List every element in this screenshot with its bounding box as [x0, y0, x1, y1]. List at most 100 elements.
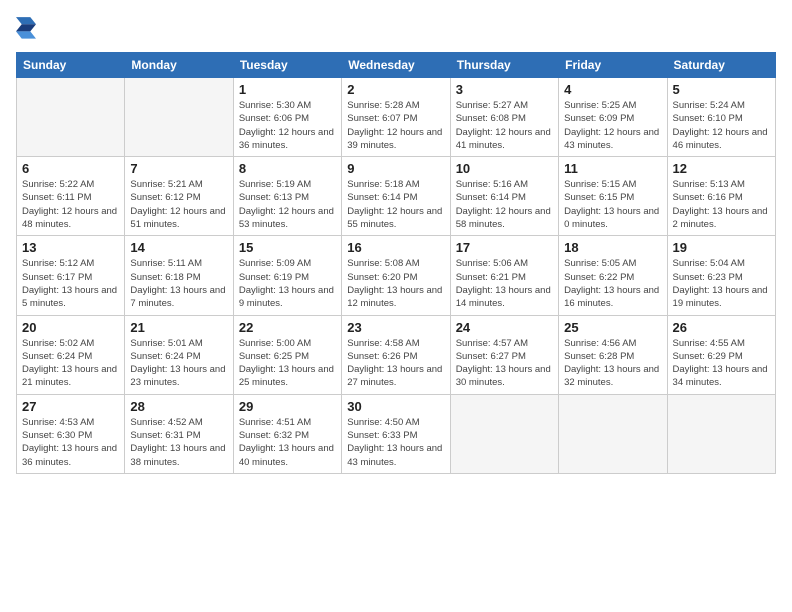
day-info: Sunrise: 4:56 AM Sunset: 6:28 PM Dayligh… — [564, 337, 661, 390]
logo — [16, 16, 40, 44]
calendar-cell — [450, 394, 558, 473]
calendar-cell: 6 Sunrise: 5:22 AM Sunset: 6:11 PM Daylig… — [17, 157, 125, 236]
day-info: Sunrise: 4:50 AM Sunset: 6:33 PM Dayligh… — [347, 416, 444, 469]
day-info: Sunrise: 5:22 AM Sunset: 6:11 PM Dayligh… — [22, 178, 119, 231]
day-number: 10 — [456, 161, 553, 176]
calendar-cell: 18 Sunrise: 5:05 AM Sunset: 6:22 PM Dayli… — [559, 236, 667, 315]
day-info: Sunrise: 5:04 AM Sunset: 6:23 PM Dayligh… — [673, 257, 770, 310]
day-info: Sunrise: 4:55 AM Sunset: 6:29 PM Dayligh… — [673, 337, 770, 390]
day-info: Sunrise: 4:52 AM Sunset: 6:31 PM Dayligh… — [130, 416, 227, 469]
logo-icon — [16, 16, 36, 44]
day-number: 11 — [564, 161, 661, 176]
day-info: Sunrise: 5:11 AM Sunset: 6:18 PM Dayligh… — [130, 257, 227, 310]
calendar-cell: 11 Sunrise: 5:15 AM Sunset: 6:15 PM Dayli… — [559, 157, 667, 236]
calendar-cell: 8 Sunrise: 5:19 AM Sunset: 6:13 PM Daylig… — [233, 157, 341, 236]
day-number: 12 — [673, 161, 770, 176]
day-number: 26 — [673, 320, 770, 335]
weekday-header-monday: Monday — [125, 53, 233, 78]
calendar: SundayMondayTuesdayWednesdayThursdayFrid… — [16, 52, 776, 474]
calendar-cell: 2 Sunrise: 5:28 AM Sunset: 6:07 PM Daylig… — [342, 78, 450, 157]
calendar-cell: 3 Sunrise: 5:27 AM Sunset: 6:08 PM Daylig… — [450, 78, 558, 157]
day-info: Sunrise: 5:21 AM Sunset: 6:12 PM Dayligh… — [130, 178, 227, 231]
weekday-header-thursday: Thursday — [450, 53, 558, 78]
day-info: Sunrise: 4:51 AM Sunset: 6:32 PM Dayligh… — [239, 416, 336, 469]
weekday-header-friday: Friday — [559, 53, 667, 78]
day-info: Sunrise: 5:12 AM Sunset: 6:17 PM Dayligh… — [22, 257, 119, 310]
day-number: 9 — [347, 161, 444, 176]
day-info: Sunrise: 5:01 AM Sunset: 6:24 PM Dayligh… — [130, 337, 227, 390]
day-number: 29 — [239, 399, 336, 414]
day-info: Sunrise: 5:09 AM Sunset: 6:19 PM Dayligh… — [239, 257, 336, 310]
day-info: Sunrise: 5:25 AM Sunset: 6:09 PM Dayligh… — [564, 99, 661, 152]
day-number: 23 — [347, 320, 444, 335]
day-number: 28 — [130, 399, 227, 414]
weekday-header-sunday: Sunday — [17, 53, 125, 78]
day-number: 2 — [347, 82, 444, 97]
calendar-cell: 10 Sunrise: 5:16 AM Sunset: 6:14 PM Dayli… — [450, 157, 558, 236]
calendar-cell: 25 Sunrise: 4:56 AM Sunset: 6:28 PM Dayli… — [559, 315, 667, 394]
header — [16, 16, 776, 44]
day-number: 5 — [673, 82, 770, 97]
calendar-week-row-3: 13 Sunrise: 5:12 AM Sunset: 6:17 PM Dayli… — [17, 236, 776, 315]
day-number: 13 — [22, 240, 119, 255]
day-number: 21 — [130, 320, 227, 335]
calendar-cell: 22 Sunrise: 5:00 AM Sunset: 6:25 PM Dayli… — [233, 315, 341, 394]
day-number: 17 — [456, 240, 553, 255]
calendar-cell — [559, 394, 667, 473]
day-info: Sunrise: 4:53 AM Sunset: 6:30 PM Dayligh… — [22, 416, 119, 469]
day-info: Sunrise: 5:08 AM Sunset: 6:20 PM Dayligh… — [347, 257, 444, 310]
calendar-cell — [125, 78, 233, 157]
day-number: 25 — [564, 320, 661, 335]
day-number: 24 — [456, 320, 553, 335]
day-number: 1 — [239, 82, 336, 97]
calendar-cell: 14 Sunrise: 5:11 AM Sunset: 6:18 PM Dayli… — [125, 236, 233, 315]
day-number: 27 — [22, 399, 119, 414]
calendar-cell: 24Sunrise: 4:57 AM Sunset: 6:27 PM Dayli… — [450, 315, 558, 394]
calendar-cell: 29 Sunrise: 4:51 AM Sunset: 6:32 PM Dayli… — [233, 394, 341, 473]
day-info: Sunrise: 5:06 AM Sunset: 6:21 PM Dayligh… — [456, 257, 553, 310]
calendar-cell: 1 Sunrise: 5:30 AM Sunset: 6:06 PM Daylig… — [233, 78, 341, 157]
day-number: 3 — [456, 82, 553, 97]
calendar-cell: 19 Sunrise: 5:04 AM Sunset: 6:23 PM Dayli… — [667, 236, 775, 315]
day-info: Sunrise: 5:00 AM Sunset: 6:25 PM Dayligh… — [239, 337, 336, 390]
calendar-cell: 16 Sunrise: 5:08 AM Sunset: 6:20 PM Dayli… — [342, 236, 450, 315]
calendar-cell: 27 Sunrise: 4:53 AM Sunset: 6:30 PM Dayli… — [17, 394, 125, 473]
day-info: Sunrise: 5:19 AM Sunset: 6:13 PM Dayligh… — [239, 178, 336, 231]
day-info: Sunrise: 5:28 AM Sunset: 6:07 PM Dayligh… — [347, 99, 444, 152]
day-info: Sunrise: 5:24 AM Sunset: 6:10 PM Dayligh… — [673, 99, 770, 152]
calendar-cell: 15 Sunrise: 5:09 AM Sunset: 6:19 PM Dayli… — [233, 236, 341, 315]
day-number: 6 — [22, 161, 119, 176]
day-number: 15 — [239, 240, 336, 255]
calendar-cell: 17 Sunrise: 5:06 AM Sunset: 6:21 PM Dayli… — [450, 236, 558, 315]
calendar-cell — [17, 78, 125, 157]
day-number: 8 — [239, 161, 336, 176]
calendar-week-row-4: 20Sunrise: 5:02 AM Sunset: 6:24 PM Dayli… — [17, 315, 776, 394]
weekday-header-tuesday: Tuesday — [233, 53, 341, 78]
weekday-header-row: SundayMondayTuesdayWednesdayThursdayFrid… — [17, 53, 776, 78]
day-number: 18 — [564, 240, 661, 255]
day-number: 22 — [239, 320, 336, 335]
day-number: 19 — [673, 240, 770, 255]
day-info: Sunrise: 5:05 AM Sunset: 6:22 PM Dayligh… — [564, 257, 661, 310]
day-info: Sunrise: 5:30 AM Sunset: 6:06 PM Dayligh… — [239, 99, 336, 152]
day-number: 14 — [130, 240, 227, 255]
day-info: Sunrise: 4:58 AM Sunset: 6:26 PM Dayligh… — [347, 337, 444, 390]
day-number: 16 — [347, 240, 444, 255]
weekday-header-saturday: Saturday — [667, 53, 775, 78]
calendar-cell: 9Sunrise: 5:18 AM Sunset: 6:14 PM Daylig… — [342, 157, 450, 236]
calendar-cell: 21 Sunrise: 5:01 AM Sunset: 6:24 PM Dayli… — [125, 315, 233, 394]
day-info: Sunrise: 5:16 AM Sunset: 6:14 PM Dayligh… — [456, 178, 553, 231]
day-info: Sunrise: 5:27 AM Sunset: 6:08 PM Dayligh… — [456, 99, 553, 152]
calendar-week-row-2: 6 Sunrise: 5:22 AM Sunset: 6:11 PM Daylig… — [17, 157, 776, 236]
calendar-cell: 28 Sunrise: 4:52 AM Sunset: 6:31 PM Dayli… — [125, 394, 233, 473]
day-info: Sunrise: 5:13 AM Sunset: 6:16 PM Dayligh… — [673, 178, 770, 231]
calendar-cell: 30Sunrise: 4:50 AM Sunset: 6:33 PM Dayli… — [342, 394, 450, 473]
calendar-week-row-1: 1 Sunrise: 5:30 AM Sunset: 6:06 PM Daylig… — [17, 78, 776, 157]
day-number: 4 — [564, 82, 661, 97]
calendar-cell: 23 Sunrise: 4:58 AM Sunset: 6:26 PM Dayli… — [342, 315, 450, 394]
calendar-cell: 13 Sunrise: 5:12 AM Sunset: 6:17 PM Dayli… — [17, 236, 125, 315]
calendar-cell: 5 Sunrise: 5:24 AM Sunset: 6:10 PM Daylig… — [667, 78, 775, 157]
calendar-cell: 4 Sunrise: 5:25 AM Sunset: 6:09 PM Daylig… — [559, 78, 667, 157]
calendar-cell: 26 Sunrise: 4:55 AM Sunset: 6:29 PM Dayli… — [667, 315, 775, 394]
day-info: Sunrise: 5:15 AM Sunset: 6:15 PM Dayligh… — [564, 178, 661, 231]
